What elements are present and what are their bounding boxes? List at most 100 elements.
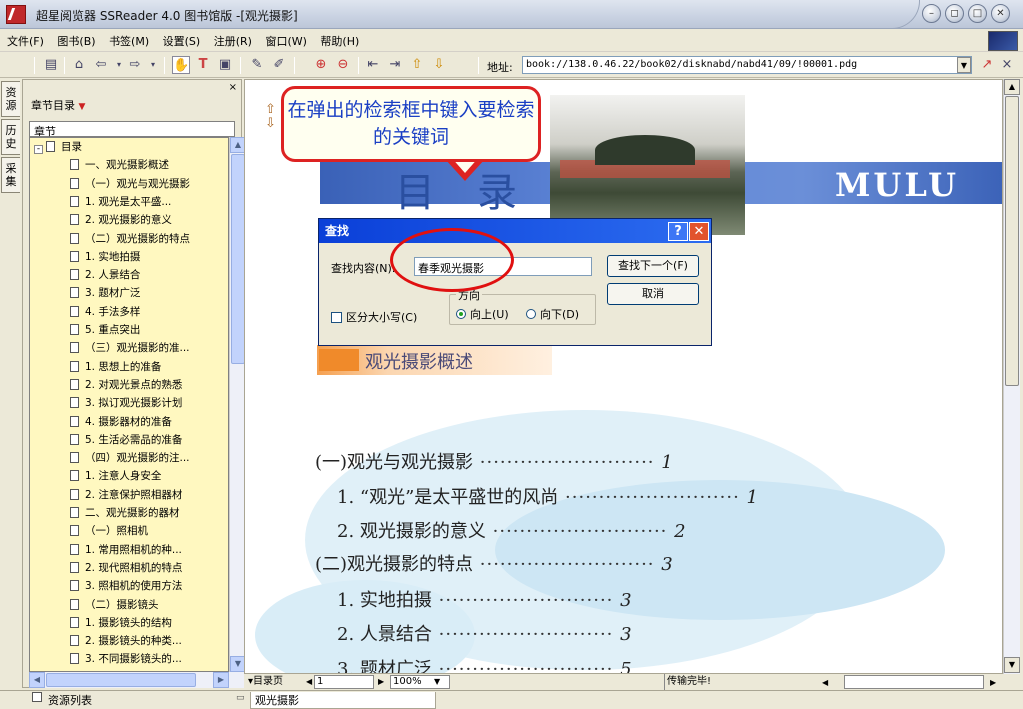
menu-file[interactable]: 文件(F) bbox=[2, 30, 49, 52]
tree-item[interactable]: 一、观光摄影概述 bbox=[70, 156, 169, 174]
page-number-input[interactable]: 1 bbox=[314, 675, 374, 689]
tree-item[interactable]: （一）观光与观光摄影 bbox=[70, 175, 190, 193]
toc-entry[interactable]: 1. 实地拍摄 ·························· 3 bbox=[337, 586, 632, 612]
toc-entry[interactable]: 2. 人景结合 ·························· 3 bbox=[337, 620, 632, 646]
hand-tool-icon[interactable]: ✋ bbox=[172, 56, 190, 74]
back-icon[interactable]: ⇦ bbox=[92, 56, 110, 74]
address-input[interactable]: book://138.0.46.22/book02/disknabd/nabd4… bbox=[522, 56, 972, 74]
tree-item[interactable]: - 目录 bbox=[34, 138, 82, 156]
hscroll-left-icon[interactable]: ◀ bbox=[822, 675, 834, 691]
toc-entry[interactable]: 1. “观光”是太平盛世的风尚 ························… bbox=[337, 483, 758, 509]
direction-down-radio[interactable]: 向下(D) bbox=[526, 306, 579, 322]
toolbar-close-icon[interactable]: × bbox=[998, 56, 1016, 74]
last-page-icon[interactable]: ⇥ bbox=[386, 56, 404, 74]
tree-item[interactable]: （三）观光摄影的准... bbox=[70, 339, 190, 357]
hscroll-thumb[interactable] bbox=[46, 673, 196, 687]
layout-icon[interactable]: ▤ bbox=[42, 56, 60, 74]
tree-item[interactable]: 二、观光摄影的器材 bbox=[70, 504, 180, 522]
scroll-right-icon[interactable]: ▶ bbox=[213, 672, 229, 688]
page-up-icon[interactable]: ⇧ bbox=[408, 56, 426, 74]
menu-register[interactable]: 注册(R) bbox=[209, 30, 257, 52]
tree-item[interactable]: 5. 重点突出 bbox=[70, 321, 140, 339]
tree-item[interactable]: 2. 注意保护照相器材 bbox=[70, 486, 182, 504]
tree-item[interactable]: （二）摄影镜头 bbox=[70, 596, 159, 614]
tree-item[interactable]: （一）照相机 bbox=[70, 522, 148, 540]
tree-item[interactable]: 4. 摄影器材的准备 bbox=[70, 413, 172, 431]
tree-item[interactable]: 5. 生活必需品的准备 bbox=[70, 431, 182, 449]
find-next-button[interactable]: 查找下一个(F) bbox=[607, 255, 699, 277]
menu-bookmark[interactable]: 书签(M) bbox=[104, 30, 154, 52]
tree-item[interactable]: （二）观光摄影的特点 bbox=[70, 230, 190, 248]
tree-item[interactable]: 3. 不同摄影镜头的... bbox=[70, 650, 182, 668]
tree-horizontal-scrollbar[interactable]: ◀ ▶ bbox=[29, 672, 245, 688]
toc-entry[interactable]: (一)观光与观光摄影 ·························· 1 bbox=[315, 448, 673, 474]
first-page-icon[interactable]: ⇤ bbox=[364, 56, 382, 74]
toc-page-button[interactable]: ▾目录页 bbox=[248, 674, 283, 690]
zoom-select[interactable]: 100% bbox=[390, 675, 450, 689]
match-case-checkbox[interactable]: 区分大小写(C) bbox=[331, 309, 417, 325]
scroll-thumb[interactable] bbox=[231, 154, 245, 364]
zoom-in-icon[interactable]: ⊕ bbox=[312, 56, 330, 74]
dialog-close-button[interactable]: ✕ bbox=[689, 222, 709, 241]
tree-item[interactable]: 3. 题材广泛 bbox=[70, 284, 140, 302]
page-down-icon[interactable]: ⇩ bbox=[430, 56, 448, 74]
scroll-left-icon[interactable]: ◀ bbox=[29, 672, 45, 688]
annotate-icon[interactable]: ✎ bbox=[248, 56, 266, 74]
chapter-menu-header[interactable]: 章节目录 ▼ bbox=[31, 97, 85, 113]
page-vertical-scrollbar[interactable]: ▲ ▼ bbox=[1003, 79, 1020, 674]
tree-expander-icon[interactable]: - bbox=[34, 145, 43, 154]
tree-item[interactable]: 1. 实地拍摄 bbox=[70, 248, 140, 266]
help-button[interactable]: ? bbox=[668, 222, 688, 241]
tree-item[interactable]: 1. 摄影镜头的结构 bbox=[70, 614, 172, 632]
tree-item[interactable]: 4. 手法多样 bbox=[70, 303, 140, 321]
scroll-up-icon[interactable]: ▲ bbox=[1004, 79, 1020, 95]
next-page-icon[interactable]: ▶ bbox=[378, 674, 384, 690]
tree-item[interactable]: 1. 注意人身安全 bbox=[70, 467, 161, 485]
text-tool-icon[interactable]: T bbox=[194, 56, 212, 74]
tree-item[interactable]: （四）观光摄影的注... bbox=[70, 449, 190, 467]
toc-entry[interactable]: 3. 题材广泛 ·························· 5 bbox=[337, 655, 632, 673]
forward-dropdown-icon[interactable]: ▾ bbox=[144, 56, 162, 74]
address-dropdown-icon[interactable]: ▼ bbox=[957, 57, 971, 73]
scroll-down-icon[interactable]: ▼ bbox=[1004, 657, 1020, 673]
go-icon[interactable]: ↗ bbox=[978, 56, 996, 74]
highlight-icon[interactable]: ✐ bbox=[270, 56, 288, 74]
tab-history[interactable]: 历史 bbox=[1, 119, 20, 155]
tree-item[interactable]: 3. 拟订观光摄影计划 bbox=[70, 394, 182, 412]
zoom-out-icon[interactable]: ⊖ bbox=[334, 56, 352, 74]
home-icon[interactable]: ⌂ bbox=[70, 56, 88, 74]
menu-book[interactable]: 图书(B) bbox=[52, 30, 100, 52]
tree-item[interactable]: 1. 思想上的准备 bbox=[70, 358, 161, 376]
tree-item[interactable]: 2. 观光摄影的意义 bbox=[70, 211, 172, 229]
forward-icon[interactable]: ⇨ bbox=[126, 56, 144, 74]
tree-item[interactable]: 3. 照相机的使用方法 bbox=[70, 577, 182, 595]
close-button[interactable]: ✕ bbox=[991, 4, 1010, 23]
tree-item[interactable]: 1. 常用照相机的种... bbox=[70, 541, 182, 559]
toc-entry[interactable]: 2. 观光摄影的意义 ·························· 2 bbox=[337, 517, 686, 543]
toc-entry[interactable]: (二)观光摄影的特点 ·························· 3 bbox=[315, 550, 673, 576]
tree-item[interactable]: 2. 摄影镜头的种类... bbox=[70, 632, 182, 650]
tree-item[interactable]: 2. 现代照相机的特点 bbox=[70, 559, 182, 577]
tree-item[interactable]: 1. 观光是太平盛... bbox=[70, 193, 171, 211]
cancel-button[interactable]: 取消 bbox=[607, 283, 699, 305]
menu-settings[interactable]: 设置(S) bbox=[158, 30, 206, 52]
scroll-thumb[interactable] bbox=[1005, 96, 1019, 386]
tab-resources[interactable]: 资源 bbox=[1, 81, 20, 117]
page-horizontal-scrollbar[interactable] bbox=[844, 675, 984, 689]
select-tool-icon[interactable]: ▣ bbox=[216, 56, 234, 74]
tab-collect[interactable]: 采集 bbox=[1, 157, 20, 193]
zoom-dropdown-icon[interactable]: ▼ bbox=[434, 674, 440, 690]
document-tab[interactable]: 观光摄影 bbox=[250, 692, 436, 709]
tree-vertical-scrollbar[interactable]: ▲ ▼ bbox=[229, 137, 246, 672]
tree-item[interactable]: 2. 人景结合 bbox=[70, 266, 140, 284]
panel-close-icon[interactable]: × bbox=[229, 82, 237, 93]
restore-button[interactable]: ◻ bbox=[945, 4, 964, 23]
direction-up-radio[interactable]: 向上(U) bbox=[456, 306, 509, 322]
tree-item[interactable]: 2. 对观光景点的熟悉 bbox=[70, 376, 182, 394]
hscroll-right-icon[interactable]: ▶ bbox=[990, 675, 996, 691]
prev-page-icon[interactable]: ◀ bbox=[306, 674, 312, 690]
menu-help[interactable]: 帮助(H) bbox=[315, 30, 364, 52]
maximize-button[interactable]: □ bbox=[968, 4, 987, 23]
menu-window[interactable]: 窗口(W) bbox=[260, 30, 311, 52]
resource-list-tab[interactable]: 资源列表 bbox=[48, 692, 92, 708]
